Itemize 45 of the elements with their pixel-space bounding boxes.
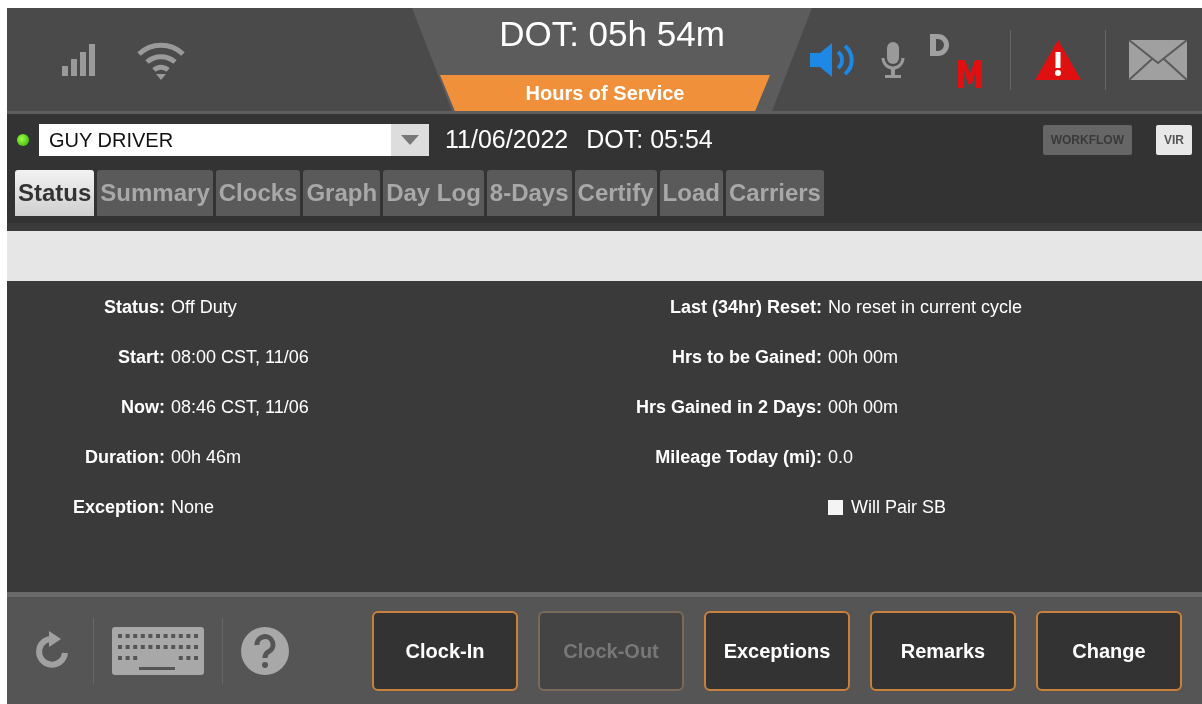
field-value: No reset in current cycle [828, 296, 1023, 319]
help-icon[interactable] [241, 626, 289, 675]
driver-select[interactable]: GUY DRIVER [39, 124, 429, 156]
field-label: Exception: [72, 496, 165, 519]
tab[interactable]: Certify [574, 170, 657, 216]
tab[interactable]: Summary [97, 170, 213, 216]
checkbox-label: Will Pair SB [851, 496, 946, 519]
tab[interactable]: 8-Days [486, 170, 572, 216]
title-banner: Hours of Service [440, 75, 770, 111]
field-label: Mileage Today (mi): [654, 446, 822, 469]
field-label: Hrs to be Gained: [670, 346, 822, 369]
tab[interactable]: Clocks [215, 170, 301, 216]
action-button[interactable]: Remarks [870, 610, 1016, 691]
tab[interactable]: Carriers [725, 170, 824, 216]
field-value: Off Duty [171, 296, 238, 319]
field-label: Hrs Gained in 2 Days: [634, 396, 822, 419]
checkbox[interactable] [828, 500, 843, 515]
field-label: Last (34hr) Reset: [668, 296, 822, 319]
field-label: Status: [103, 296, 165, 319]
field-value: 00h 00m [828, 346, 900, 369]
field-value: None [171, 496, 216, 519]
field-value: 08:00 CST, 11/06 [171, 346, 310, 369]
field-label: Now: [120, 396, 165, 419]
dot-time: DOT: 05:54 [586, 124, 713, 156]
field-label: Duration: [84, 446, 165, 469]
field-label: Start: [117, 346, 165, 369]
tab[interactable]: Load [659, 170, 723, 216]
tab[interactable]: Status [15, 170, 95, 216]
action-button[interactable]: Clock-In [372, 610, 518, 691]
field-value: 08:46 CST, 11/06 [171, 396, 310, 419]
field-value: 00h 46m [171, 446, 243, 469]
action-button[interactable]: Exceptions [704, 610, 850, 691]
action-button[interactable]: Change [1036, 610, 1182, 691]
vir-button[interactable]: VIR [1156, 125, 1192, 155]
tab[interactable]: Day Log [383, 170, 484, 216]
microphone-icon[interactable] [880, 39, 906, 80]
keyboard-icon[interactable] [112, 626, 204, 675]
field-value: 00h 00m [828, 396, 900, 419]
tab[interactable]: Graph [303, 170, 381, 216]
mail-icon[interactable] [1128, 38, 1188, 81]
caret-icon [401, 135, 419, 145]
field-value: 0.0 [828, 446, 855, 469]
dot-clock: DOT: 05h 54m [498, 14, 726, 54]
signal-icon [62, 43, 96, 76]
date-text: 11/06/2022 [445, 124, 569, 156]
